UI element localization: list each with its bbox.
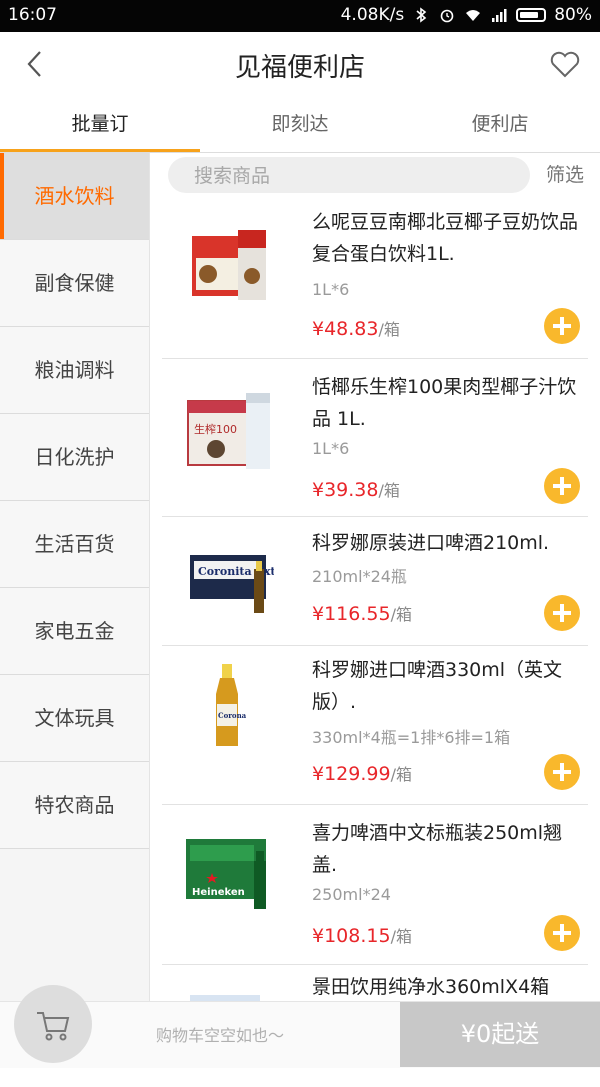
sidebar-item-grain-oil[interactable]: 粮油调料 (0, 327, 149, 414)
product-spec: 210ml*24瓶 (312, 567, 407, 586)
wifi-icon (466, 10, 481, 21)
product-image (192, 230, 266, 300)
battery-icon (516, 8, 547, 22)
sidebar-item-toys[interactable]: 文体玩具 (0, 675, 149, 762)
price-unit: /箱 (390, 927, 412, 946)
add-to-cart-button[interactable] (544, 595, 580, 631)
product-spec: 330ml*4瓶=1排*6排=1箱 (312, 728, 511, 747)
price-unit: /箱 (378, 481, 400, 500)
price-value: ¥129.99 (312, 763, 391, 785)
sidebar-item-drinks[interactable]: 酒水饮料 (0, 153, 149, 240)
list-item[interactable]: 么呢豆豆南椰北豆椰子豆奶饮品复合蛋白饮料1L. 1L*6 ¥48.83/箱 (162, 198, 588, 359)
price-unit: /箱 (378, 320, 400, 339)
list-item[interactable]: Corona 科罗娜进口啤酒330ml（英文版）. 330ml*4瓶=1排*6排… (162, 646, 588, 805)
page-title: 见福便利店 (234, 53, 365, 83)
product-name: 恬椰乐生榨100果肉型椰子汁饮品 1L. (312, 376, 577, 430)
cart-empty-text: 购物车空空如也～ (156, 1026, 285, 1045)
network-speed: 4.08K/s (340, 5, 405, 25)
bluetooth-icon (416, 7, 427, 23)
header: 见福便利店 (0, 32, 600, 96)
product-price: ¥48.83/箱 (312, 316, 400, 340)
product-spec: 250ml*24 (312, 885, 391, 904)
product-image: Coronita Extra (190, 555, 274, 613)
product-name: 喜力啤酒中文标瓶装250ml翘盖. (312, 822, 563, 876)
signal-icon (492, 9, 507, 22)
product-price: ¥108.15/箱 (312, 923, 412, 947)
product-name: 科罗娜原装进口啤酒210ml. (312, 532, 550, 554)
tab-convenience-store[interactable]: 便利店 (400, 96, 600, 152)
alarm-icon (440, 9, 454, 23)
list-item[interactable]: Coronita Extra 科罗娜原装进口啤酒210ml. 210ml*24瓶… (162, 517, 588, 646)
price-value: ¥116.55 (312, 603, 391, 625)
sidebar-item-daily-goods[interactable]: 生活百货 (0, 501, 149, 588)
product-price: ¥39.38/箱 (312, 477, 400, 501)
list-item[interactable]: Heineken 喜力啤酒中文标瓶装250ml翘盖. 250ml*24 ¥108… (162, 805, 588, 965)
box-label: 生榨100 (194, 422, 237, 436)
add-to-cart-button[interactable] (544, 468, 580, 504)
bottle-label: Corona (218, 711, 247, 720)
product-price: ¥129.99/箱 (312, 761, 412, 785)
product-name: 景田饮用纯净水360mlX4箱 (312, 976, 550, 998)
product-image: Corona (216, 664, 247, 746)
search-input[interactable] (192, 157, 526, 195)
add-to-cart-button[interactable] (544, 754, 580, 790)
filter-button[interactable]: 筛选 (546, 160, 584, 187)
tab-instant[interactable]: 即刻达 (200, 96, 400, 152)
cart-button[interactable] (14, 985, 92, 1063)
sidebar-item-toiletries[interactable]: 日化洗护 (0, 414, 149, 501)
list-item[interactable]: 生榨100 恬椰乐生榨100果肉型椰子汁饮品 1L. 1L*6 ¥39.38/箱 (162, 359, 588, 517)
tab-bulk-order[interactable]: 批量订 (0, 96, 200, 152)
status-bar: 16:07 4.08K/s 80% (0, 0, 600, 32)
tab-bar: 批量订 即刻达 便利店 (0, 96, 600, 153)
price-value: ¥108.15 (312, 925, 391, 947)
price-unit: /箱 (390, 605, 412, 624)
cart-icon (37, 1012, 70, 1041)
category-sidebar: 酒水饮料 副食保健 粮油调料 日化洗护 生活百货 家电五金 文体玩具 特农商品 (0, 153, 150, 1067)
product-name: 科罗娜进口啤酒330ml（英文版）. (312, 659, 563, 713)
sidebar-item-foods[interactable]: 副食保健 (0, 240, 149, 327)
product-price: ¥116.55/箱 (312, 601, 412, 625)
product-image: Heineken (186, 839, 266, 909)
product-spec: 1L*6 (312, 439, 350, 458)
add-to-cart-button[interactable] (544, 308, 580, 344)
add-to-cart-button[interactable] (544, 915, 580, 951)
search-box (168, 157, 530, 195)
price-value: ¥39.38 (312, 479, 379, 501)
battery-percent: 80% (554, 5, 592, 25)
status-time: 16:07 (8, 5, 57, 25)
product-image: 生榨100 (187, 393, 270, 469)
product-name: 么呢豆豆南椰北豆椰子豆奶饮品复合蛋白饮料1L. (312, 211, 579, 265)
product-spec: 1L*6 (312, 280, 350, 299)
checkout-button[interactable]: ¥0起送 (400, 1002, 600, 1067)
box-label: Heineken (192, 887, 245, 898)
status-icons: 4.08K/s 80% (341, 5, 592, 25)
heart-icon[interactable] (548, 48, 582, 80)
price-unit: /箱 (390, 765, 412, 784)
price-value: ¥48.83 (312, 318, 379, 340)
sidebar-item-farm-products[interactable]: 特农商品 (0, 762, 149, 849)
sidebar-item-appliances[interactable]: 家电五金 (0, 588, 149, 675)
product-list: 么呢豆豆南椰北豆椰子豆奶饮品复合蛋白饮料1L. 1L*6 ¥48.83/箱 生榨… (162, 198, 588, 1045)
